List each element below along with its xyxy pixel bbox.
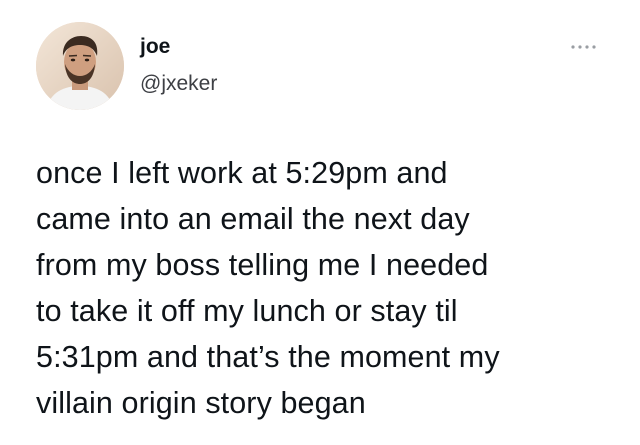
tweet-line: once I left work at 5:29pm and xyxy=(36,156,448,190)
display-name[interactable]: joe xyxy=(140,34,170,60)
tweet-card: joe @jxeker once I left work at 5:29pm a… xyxy=(0,0,640,445)
profile-photo-icon xyxy=(36,22,124,110)
tweet-line: from my boss telling me I needed xyxy=(36,248,489,282)
more-options-button[interactable] xyxy=(563,36,599,56)
more-options-icon xyxy=(571,45,596,49)
tweet-line: to take it off my lunch or stay til xyxy=(36,294,458,328)
tweet-line: villain origin story began xyxy=(36,386,366,420)
tweet-line: came into an email the next day xyxy=(36,202,470,236)
avatar[interactable] xyxy=(36,22,124,110)
tweet-line: 5:31pm and that’s the moment my xyxy=(36,340,500,374)
user-handle[interactable]: @jxeker xyxy=(140,71,217,97)
tweet-text: once I left work at 5:29pm and came into… xyxy=(36,150,626,426)
